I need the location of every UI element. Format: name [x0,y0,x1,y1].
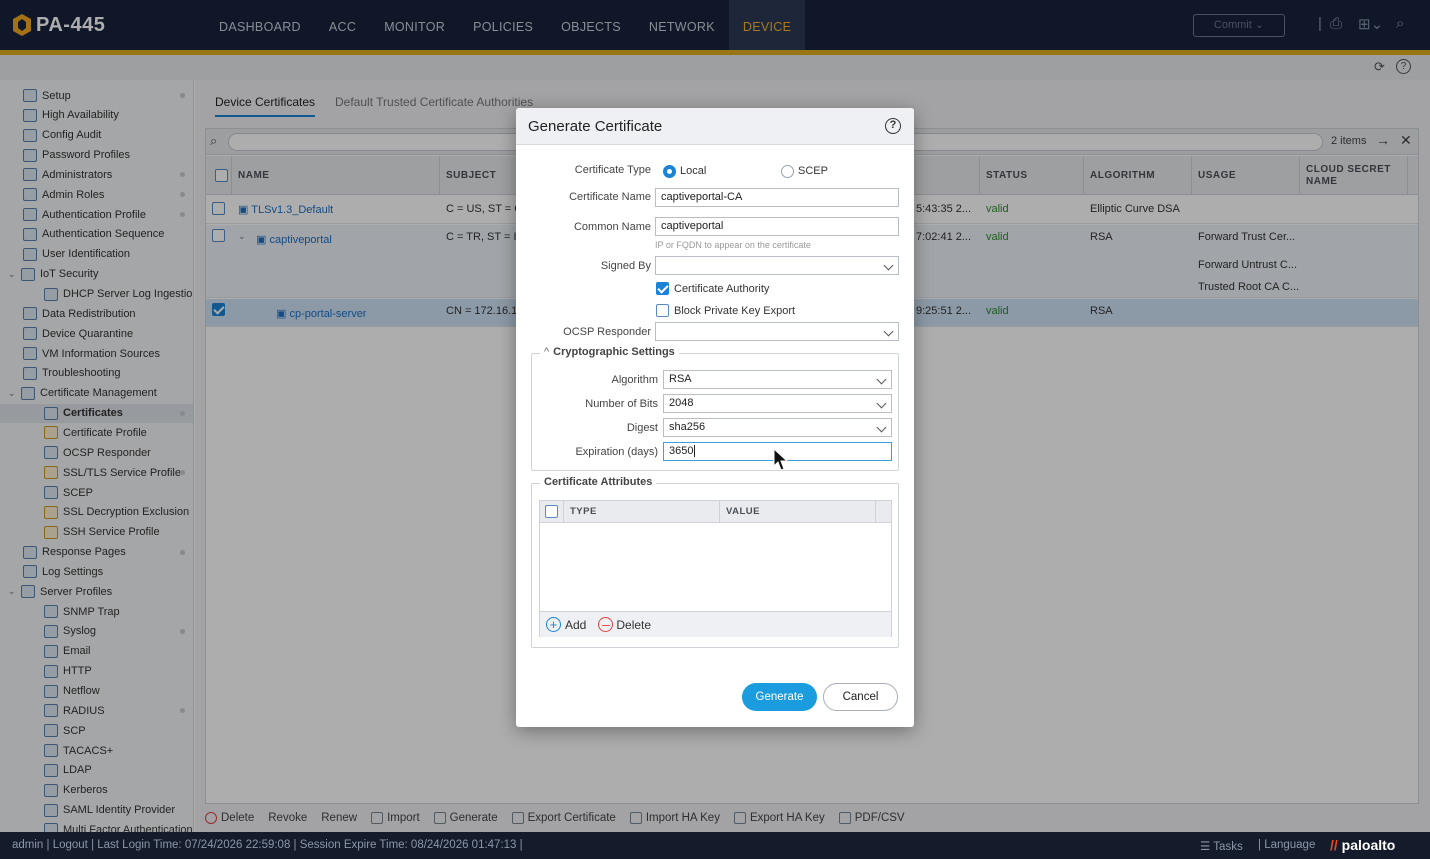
ocsp-responder-label: OCSP Responder [563,326,651,338]
attributes-header: TYPE VALUE [540,501,891,523]
language-button[interactable]: | Language [1258,839,1315,851]
block-private-key-label: Block Private Key Export [674,305,796,317]
attr-select-all-checkbox[interactable] [545,505,558,518]
algorithm-label: Algorithm [611,374,658,386]
expiration-label: Expiration (days) [575,446,658,458]
cert-type-local-radio[interactable] [663,165,676,178]
add-attribute-button[interactable]: Add [565,618,586,632]
dialog-help-icon[interactable]: ? [885,118,901,134]
bits-label: Number of Bits [585,398,658,410]
certificate-authority-label: Certificate Authority [674,283,770,295]
signed-by-select[interactable] [655,256,899,275]
attributes-footer: + Add – Delete [540,611,891,637]
certificate-authority-checkbox[interactable] [656,282,669,295]
common-name-label: Common Name [573,221,651,233]
chevron-down-icon [876,398,887,409]
cert-type-local-label: Local [680,165,707,177]
cancel-button[interactable]: Cancel [823,683,898,711]
cert-attributes-group: Certificate Attributes TYPE VALUE + Add –… [531,476,899,648]
common-name-hint: IP or FQDN to appear on the certificate [655,240,811,250]
chevron-down-icon [883,260,894,271]
cert-attributes-title: Certificate Attributes [540,476,657,488]
cert-name-input[interactable]: captiveportal-CA [655,188,899,207]
generate-certificate-dialog: Generate Certificate ? Certificate Type … [516,108,914,727]
col-value[interactable]: VALUE [720,501,876,523]
add-icon[interactable]: + [546,617,561,632]
cert-type-label: Certificate Type [574,164,651,176]
generate-button[interactable]: Generate [742,683,817,711]
chevron-down-icon [883,326,894,337]
cert-name-label: Certificate Name [569,191,651,203]
cert-type-scep-label: SCEP [798,165,828,177]
crypto-settings-group: ^ Cryptographic Settings Algorithm RSA Nu… [531,346,899,471]
bits-select[interactable]: 2048 [663,394,892,413]
col-type[interactable]: TYPE [564,501,720,523]
dialog-title: Generate Certificate [528,118,663,135]
attributes-table: TYPE VALUE + Add – Delete [539,500,892,637]
cert-type-scep-radio[interactable] [781,165,794,178]
chevron-down-icon [876,422,887,433]
chevron-down-icon [876,374,887,385]
brand-logo: // paloalto [1330,837,1396,853]
signed-by-label: Signed By [600,260,651,272]
crypto-settings-title[interactable]: ^ Cryptographic Settings [540,346,679,358]
block-private-key-checkbox[interactable] [656,304,669,317]
delete-icon[interactable]: – [598,617,614,632]
common-name-input[interactable]: captiveportal [655,217,899,236]
attr-select-cell [540,501,564,523]
ocsp-responder-select[interactable] [655,322,899,341]
status-bar: admin | Logout | Last Login Time: 07/24/… [0,832,1430,859]
mouse-cursor-icon [773,448,789,471]
text-caret [694,445,696,457]
dialog-titlebar: Generate Certificate ? [516,108,914,145]
digest-label: Digest [626,422,658,434]
collapse-chevron-icon: ^ [544,346,550,358]
algorithm-select[interactable]: RSA [663,370,892,389]
tasks-button[interactable]: ☰ Tasks [1200,839,1243,853]
session-info: admin | Logout | Last Login Time: 07/24/… [12,839,523,851]
digest-select[interactable]: sha256 [663,418,892,437]
delete-attribute-button[interactable]: Delete [616,618,651,632]
